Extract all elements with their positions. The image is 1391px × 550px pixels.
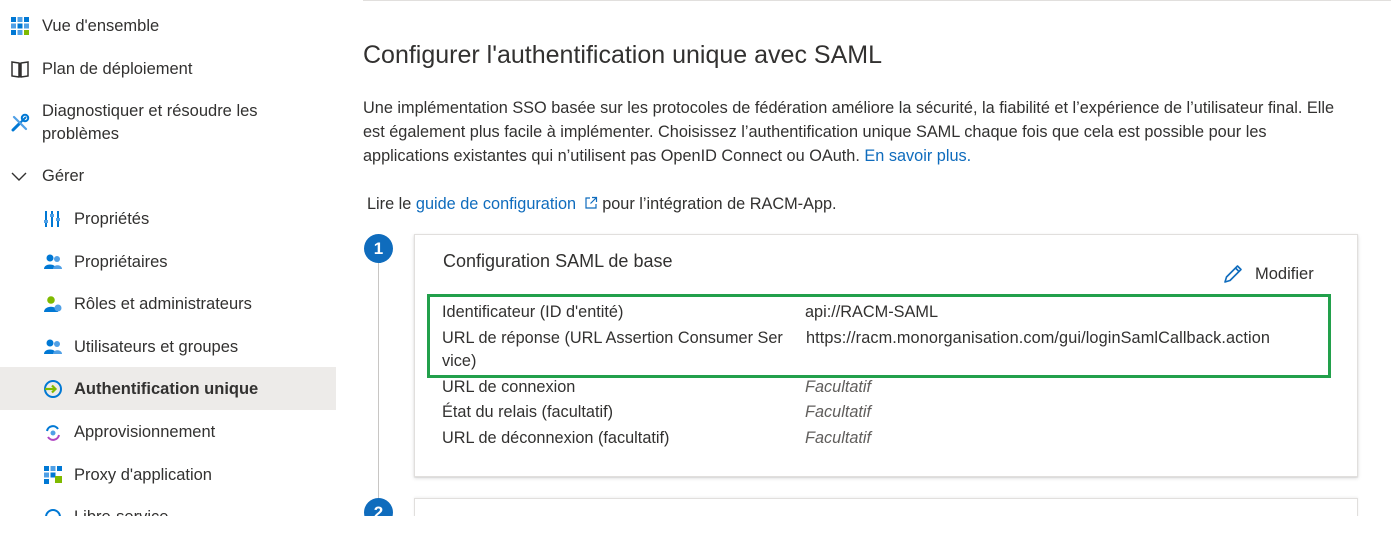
field-label: URL de réponse (URL Assertion Consumer S… [442,329,783,347]
sidebar-item-label: Gérer [42,167,85,185]
owners-icon [44,254,62,269]
sso-icon [44,380,62,398]
learn-more-link[interactable]: En savoir plus. [864,147,971,165]
grid-icon [11,17,29,35]
sidebar-item-owners[interactable]: Propriétaires [0,248,336,276]
config-guide-link[interactable]: guide de configuration [416,195,602,213]
sidebar-item-properties[interactable]: Propriétés [0,205,336,233]
sidebar-item-roles[interactable]: Rôles et administrateurs [0,290,336,318]
intro-line-3: applications existantes qui n’utilisent … [363,147,860,165]
sidebar-item-label: Rôles et administrateurs [74,295,252,313]
intro-text: Une implémentation SSO basée sur les pro… [363,96,1389,168]
sidebar-item-label: Propriétaires [74,253,168,271]
sidebar-item-diagnose[interactable]: Diagnostiquer et résoudre les problèmes [0,97,336,147]
roles-icon [44,296,62,312]
provisioning-icon [46,425,60,441]
field-value: https://racm.monorganisation.com/gui/log… [806,329,1271,347]
card-title: Configuration SAML de base [443,251,673,271]
guide-suffix: pour l’intégration de RACM-App. [602,195,837,213]
sidebar-item-users-groups[interactable]: Utilisateurs et groupes [0,333,336,361]
field-value: Facultatif [805,403,872,421]
sidebar-item-provisioning[interactable]: Approvisionnement [0,418,336,446]
users-icon [44,339,62,354]
sidebar-item-label: Plan de déploiement [42,60,193,78]
sidebar-item-overview[interactable]: Vue d'ensemble [0,12,336,40]
sidebar-item-label: Propriétés [74,210,150,228]
guide-prefix: Lire le [367,195,412,213]
field-label-line2: vice) [442,352,477,370]
self-service-icon [45,509,61,516]
sidebar-item-label-line2: problèmes [42,125,120,143]
step-number-1: 1 [364,234,393,263]
sidebar-item-label: Authentification unique [74,380,259,398]
wrench-icon [11,113,30,132]
field-label: URL de déconnexion (facultatif) [442,429,670,447]
field-label: État du relais (facultatif) [442,403,614,421]
field-value: api://RACM-SAML [805,303,938,321]
step-connector-line [378,262,379,498]
sidebar-item-label: Approvisionnement [74,423,216,441]
intro-line-2: est également plus facile à implémenter.… [363,123,1267,141]
sidebar-item-self-service[interactable]: Libre-service [0,503,336,516]
page-title: Configurer l'authentification unique ave… [363,41,882,69]
edit-button-label: Modifier [1255,264,1314,283]
sidebar-item-label: Proxy d'application [74,466,212,484]
field-value: Facultatif [805,378,872,396]
sidebar-item-deployment-plan[interactable]: Plan de déploiement [0,55,336,83]
sidebar: Vue d'ensemble Plan de déploiement Diagn… [0,0,336,516]
properties-icon [44,211,60,227]
config-guide-line: Lire le guide de configuration pour l’in… [367,192,837,216]
field-label: Identificateur (ID d'entité) [442,303,624,321]
app-proxy-icon [44,466,62,484]
sidebar-item-label: Utilisateurs et groupes [74,338,239,356]
sidebar-item-app-proxy[interactable]: Proxy d'application [0,461,336,489]
pencil-icon [1224,265,1242,283]
external-link-icon [585,196,597,209]
sidebar-item-label: Vue d'ensemble [42,17,160,35]
bottom-blank-area [0,516,1391,550]
field-label: URL de connexion [442,378,576,396]
sidebar-item-label: Libre-service [74,506,168,516]
chevron-down-icon [11,172,27,181]
header-divider [363,0,1391,1]
book-icon [11,61,29,78]
sidebar-item-sso[interactable]: Authentification unique [0,367,336,410]
config-guide-link-label: guide de configuration [415,195,577,213]
field-value: Facultatif [805,429,872,447]
intro-line-1: Une implémentation SSO basée sur les pro… [363,99,1335,117]
edit-button[interactable]: Modifier [1221,261,1314,287]
sidebar-group-manage[interactable]: Gérer [0,162,336,190]
sidebar-item-label: Diagnostiquer et résoudre les [42,102,258,120]
